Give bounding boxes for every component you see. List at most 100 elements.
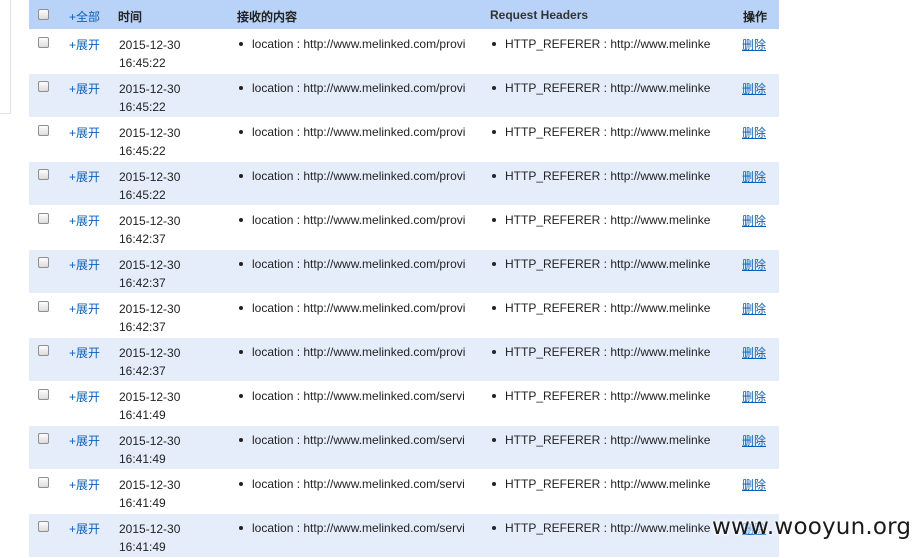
- request-header: HTTP_REFERER : http://www.melinke: [492, 169, 719, 183]
- timestamp: 2015-12-30 16:41:49: [119, 520, 180, 556]
- request-header-text: HTTP_REFERER : http://www.melinke: [505, 389, 711, 403]
- expand-link[interactable]: +展开: [69, 432, 100, 449]
- delete-link[interactable]: 删除: [742, 476, 766, 493]
- row-checkbox[interactable]: [38, 213, 49, 224]
- request-header: HTTP_REFERER : http://www.melinke: [492, 213, 719, 227]
- row-checkbox[interactable]: [38, 37, 49, 48]
- side-panel-edge: [0, 0, 11, 114]
- watermark: www.wooyun.org: [712, 514, 912, 540]
- bullet-icon: [239, 217, 243, 222]
- expand-link[interactable]: +展开: [69, 256, 100, 273]
- received-content: location : http://www.melinked.com/servi: [239, 477, 473, 491]
- received-content: location : http://www.melinked.com/provi: [239, 345, 473, 359]
- timestamp-date: 2015-12-30: [119, 390, 181, 404]
- bullet-icon: [239, 261, 243, 266]
- row-checkbox[interactable]: [38, 477, 49, 488]
- bullet-icon: [239, 173, 243, 178]
- delete-link[interactable]: 删除: [742, 256, 766, 273]
- expand-link[interactable]: +展开: [69, 388, 100, 405]
- delete-link[interactable]: 删除: [742, 212, 766, 229]
- request-header-text: HTTP_REFERER : http://www.melinke: [505, 521, 711, 535]
- bullet-icon: [239, 41, 243, 46]
- row-checkbox[interactable]: [38, 521, 49, 532]
- timestamp-date: 2015-12-30: [119, 38, 181, 52]
- bullet-icon: [492, 437, 496, 442]
- delete-link[interactable]: 删除: [742, 168, 766, 185]
- row-checkbox[interactable]: [38, 389, 49, 400]
- bullet-icon: [492, 129, 496, 134]
- bullet-icon: [239, 349, 243, 354]
- request-header-text: HTTP_REFERER : http://www.melinke: [505, 213, 711, 227]
- timestamp-date: 2015-12-30: [119, 478, 181, 492]
- expand-link[interactable]: +展开: [69, 212, 100, 229]
- delete-link[interactable]: 删除: [742, 344, 766, 361]
- received-content: location : http://www.melinked.com/servi: [239, 389, 473, 403]
- received-content-text: location : http://www.melinked.com/servi: [252, 389, 465, 403]
- bullet-icon: [492, 349, 496, 354]
- timestamp-date: 2015-12-30: [119, 170, 181, 184]
- timestamp: 2015-12-30 16:41:49: [119, 476, 180, 512]
- expand-all-link[interactable]: +全部: [69, 8, 100, 25]
- timestamp: 2015-12-30 16:42:37: [119, 256, 180, 292]
- expand-link[interactable]: +展开: [69, 36, 100, 53]
- request-header: HTTP_REFERER : http://www.melinke: [492, 433, 719, 447]
- timestamp-date: 2015-12-30: [119, 346, 181, 360]
- request-header-text: HTTP_REFERER : http://www.melinke: [505, 257, 711, 271]
- received-content-text: location : http://www.melinked.com/servi: [252, 521, 465, 535]
- timestamp: 2015-12-30 16:42:37: [119, 344, 180, 380]
- timestamp: 2015-12-30 16:41:49: [119, 432, 180, 468]
- received-content-text: location : http://www.melinked.com/servi: [252, 433, 465, 447]
- table-row: +展开 2015-12-30 16:41:49 location : http://w…: [29, 425, 779, 469]
- delete-link[interactable]: 删除: [742, 36, 766, 53]
- timestamp: 2015-12-30 16:45:22: [119, 124, 180, 160]
- expand-link[interactable]: +展开: [69, 168, 100, 185]
- delete-link[interactable]: 删除: [742, 300, 766, 317]
- bullet-icon: [239, 85, 243, 90]
- received-content-text: location : http://www.melinked.com/provi: [252, 345, 466, 359]
- expand-link[interactable]: +展开: [69, 520, 100, 537]
- table-row: +展开 2015-12-30 16:41:49 location : http://w…: [29, 381, 779, 425]
- delete-link[interactable]: 删除: [742, 124, 766, 141]
- bullet-icon: [492, 261, 496, 266]
- delete-link[interactable]: 删除: [742, 388, 766, 405]
- expand-link[interactable]: +展开: [69, 344, 100, 361]
- delete-link[interactable]: 删除: [742, 432, 766, 449]
- expand-link[interactable]: +展开: [69, 124, 100, 141]
- delete-link[interactable]: 删除: [742, 80, 766, 97]
- timestamp-time: 16:42:37: [119, 276, 166, 290]
- column-header-content: 接收的内容: [237, 10, 298, 24]
- row-checkbox[interactable]: [38, 345, 49, 356]
- bullet-icon: [239, 305, 243, 310]
- timestamp-time: 16:42:37: [119, 364, 166, 378]
- request-header-text: HTTP_REFERER : http://www.melinke: [505, 301, 711, 315]
- request-header: HTTP_REFERER : http://www.melinke: [492, 345, 719, 359]
- row-checkbox[interactable]: [38, 125, 49, 136]
- table-row: +展开 2015-12-30 16:45:22 location : http://w…: [29, 117, 779, 161]
- row-checkbox[interactable]: [38, 257, 49, 268]
- row-checkbox[interactable]: [38, 433, 49, 444]
- table-row: +展开 2015-12-30 16:41:49 location : http://w…: [29, 513, 779, 557]
- request-header: HTTP_REFERER : http://www.melinke: [492, 37, 719, 51]
- table-row: +展开 2015-12-30 16:45:22 location : http://w…: [29, 73, 779, 117]
- select-all-checkbox[interactable]: [38, 9, 49, 20]
- timestamp-time: 16:41:49: [119, 496, 166, 510]
- table-row: +展开 2015-12-30 16:42:37 location : http://w…: [29, 337, 779, 381]
- bullet-icon: [239, 525, 243, 530]
- expand-link[interactable]: +展开: [69, 80, 100, 97]
- expand-link[interactable]: +展开: [69, 476, 100, 493]
- row-checkbox[interactable]: [38, 81, 49, 92]
- request-header: HTTP_REFERER : http://www.melinke: [492, 125, 719, 139]
- timestamp: 2015-12-30 16:45:22: [119, 80, 180, 116]
- received-content: location : http://www.melinked.com/provi: [239, 257, 473, 271]
- timestamp-date: 2015-12-30: [119, 126, 181, 140]
- row-checkbox[interactable]: [38, 169, 49, 180]
- received-content: location : http://www.melinked.com/servi: [239, 433, 473, 447]
- bullet-icon: [239, 393, 243, 398]
- received-content-text: location : http://www.melinked.com/provi: [252, 81, 466, 95]
- timestamp-date: 2015-12-30: [119, 258, 181, 272]
- expand-link[interactable]: +展开: [69, 300, 100, 317]
- timestamp-time: 16:42:37: [119, 232, 166, 246]
- row-checkbox[interactable]: [38, 301, 49, 312]
- received-content-text: location : http://www.melinked.com/provi: [252, 213, 466, 227]
- request-header-text: HTTP_REFERER : http://www.melinke: [505, 433, 711, 447]
